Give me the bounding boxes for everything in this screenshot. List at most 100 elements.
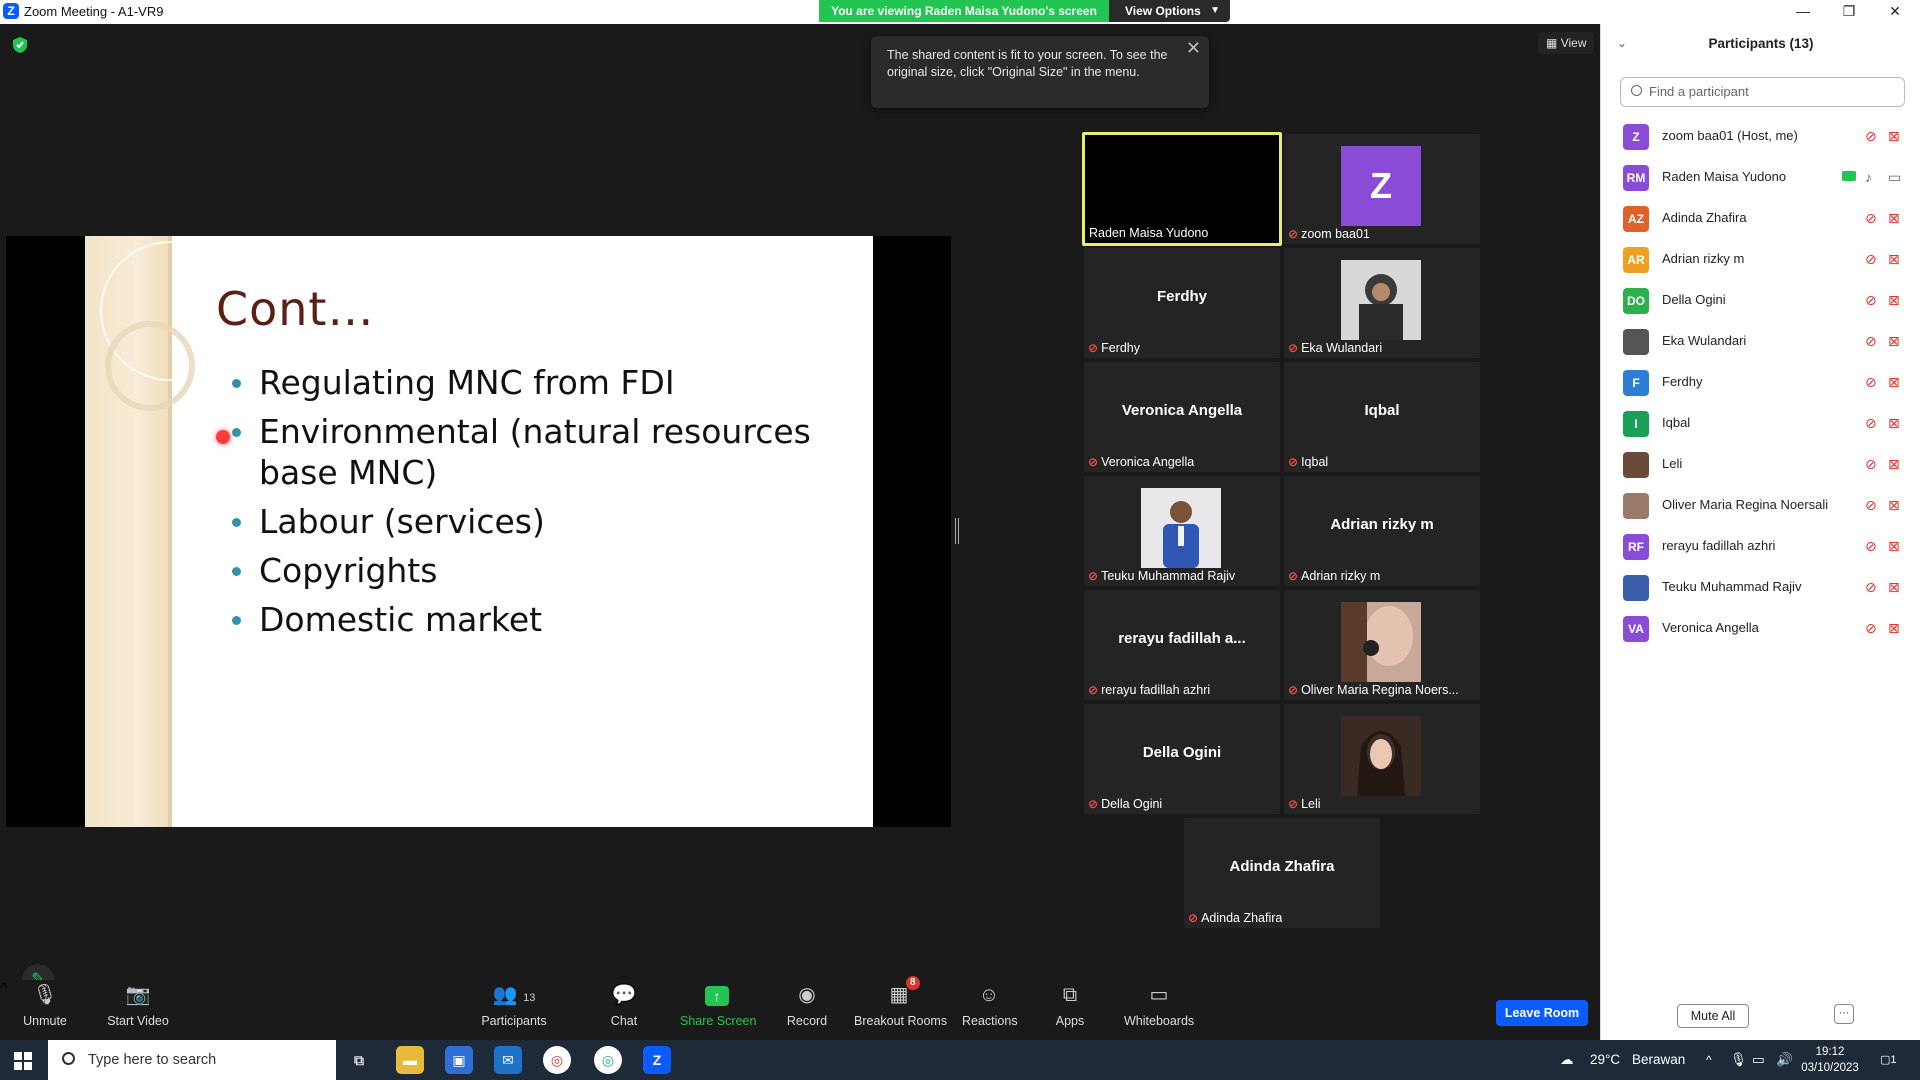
mic-muted-icon: ⊘ [1865, 128, 1877, 144]
zoom-taskbar-icon[interactable]: Z [643, 1046, 671, 1074]
video-tile[interactable]: Veronica Angella ⊘ Veronica Angella [1084, 362, 1280, 472]
mic-muted-icon: ⊘ [1865, 292, 1877, 308]
participant-row[interactable]: I Iqbal ⊘ ⊠ [1601, 403, 1920, 444]
video-tile[interactable]: ⊘ Oliver Maria Regina Noers... [1284, 590, 1480, 700]
windows-start-icon[interactable] [14, 1052, 32, 1070]
taskbar-clock[interactable]: 19:12 03/10/2023 [1800, 1044, 1860, 1076]
slide-bullet: Environmental (natural resources base MN… [226, 411, 826, 493]
participant-row[interactable]: Z zoom baa01 (Host, me) ⊘ ⊠ [1601, 116, 1920, 157]
video-off-icon: ⊠ [1888, 292, 1900, 308]
whiteboards-button[interactable]: ▭ Whiteboards [1124, 980, 1194, 1028]
slide-heading: Cont… [216, 282, 375, 336]
view-options-button[interactable]: View Options ▼ [1109, 0, 1230, 22]
breakout-rooms-label: Breakout Rooms [854, 1014, 948, 1028]
mic-muted-icon: ⊘ [1865, 251, 1877, 267]
video-tile-active-speaker[interactable]: Raden Maisa Yudono [1082, 132, 1282, 246]
record-button[interactable]: ◉ Record [784, 980, 830, 1028]
mail-icon[interactable]: ✉ [494, 1046, 522, 1074]
slide-bullet-text: Domestic market [259, 600, 543, 639]
unmute-button[interactable]: 🎙 Unmute [20, 980, 70, 1028]
video-tile[interactable]: rerayu fadillah a... ⊘ rerayu fadillah az… [1084, 590, 1280, 700]
close-window-button[interactable]: ✕ [1872, 0, 1918, 24]
video-tile[interactable]: ⊘ Teuku Muhammad Rajiv [1084, 476, 1280, 586]
leave-room-button[interactable]: Leave Room [1496, 1000, 1588, 1026]
video-tile[interactable]: ⊘ Eka Wulandari [1284, 248, 1480, 358]
mic-muted-icon: ⊘ [1288, 341, 1299, 355]
mute-all-button[interactable]: Mute All [1677, 1004, 1749, 1028]
more-options-button[interactable]: ··· [1834, 1004, 1854, 1024]
video-tile[interactable]: Ferdhy ⊘ Ferdhy [1084, 248, 1280, 358]
view-layout-button[interactable]: ▦ View [1538, 32, 1595, 54]
security-shield-icon[interactable] [12, 36, 28, 54]
chat-button[interactable]: 💬 Chat [606, 980, 642, 1028]
tile-name-text: Raden Maisa Yudono [1089, 226, 1209, 240]
mic-muted-icon: ⊘ [1865, 538, 1877, 554]
notification-count: 1 [1890, 1054, 1897, 1066]
participant-row[interactable]: Leli ⊘ ⊠ [1601, 444, 1920, 485]
restore-button[interactable]: ❐ [1826, 0, 1872, 24]
tray-chevron-up-icon[interactable]: ^ [1706, 1040, 1712, 1080]
participant-row[interactable]: RF rerayu fadillah azhri ⊘ ⊠ [1601, 526, 1920, 567]
chat-label: Chat [610, 1014, 638, 1028]
share-screen-button[interactable]: ↑ Share Screen [680, 980, 756, 1028]
taskbar-search-input[interactable]: Type here to search [48, 1040, 336, 1080]
participant-search-input[interactable]: Find a participant [1620, 77, 1905, 107]
participant-name: Adinda Zhafira [1662, 210, 1747, 225]
bullet-dot-icon [232, 616, 241, 625]
weather-icon[interactable]: ☁ [1560, 1040, 1574, 1080]
close-icon[interactable]: ✕ [1186, 39, 1201, 57]
apps-button[interactable]: ⧉ Apps [1052, 980, 1088, 1028]
store-icon[interactable]: ▣ [445, 1046, 473, 1074]
participant-name: Iqbal [1662, 415, 1691, 430]
video-tile[interactable]: Z ⊘ zoom baa01 [1284, 134, 1480, 244]
participant-row[interactable]: AR Adrian rizky m ⊘ ⊠ [1601, 239, 1920, 280]
video-tile[interactable]: ⊘ Leli [1284, 704, 1480, 814]
panel-splitter-handle[interactable] [955, 518, 959, 544]
viewing-screen-banner: You are viewing Raden Maisa Yudono's scr… [819, 0, 1109, 22]
weather-desc[interactable]: Berawan [1632, 1040, 1685, 1080]
clock-time: 19:12 [1815, 1046, 1845, 1058]
chrome-icon[interactable]: ◎ [543, 1046, 571, 1074]
tile-name-label: ⊘ rerayu fadillah azhri [1088, 683, 1210, 697]
mic-muted-icon: ⊘ [1865, 620, 1877, 636]
chrome-profile-icon[interactable]: ◎ [594, 1046, 622, 1074]
audio-options-caret-icon[interactable]: ^ [0, 980, 8, 997]
file-explorer-icon[interactable]: ▬ [396, 1046, 424, 1074]
minimize-button[interactable]: — [1780, 0, 1826, 24]
breakout-rooms-button[interactable]: ▦ 8 Breakout Rooms [854, 976, 948, 1028]
participant-row[interactable]: Oliver Maria Regina Noersali ⊘ ⊠ [1601, 485, 1920, 526]
notification-icon[interactable]: ▢1 [1880, 1040, 1897, 1080]
avatar: Z [1341, 146, 1421, 226]
participant-row[interactable]: RM Raden Maisa Yudono ♪ ▭ [1601, 157, 1920, 198]
task-view-icon[interactable]: ⧉ [345, 1046, 373, 1074]
video-off-icon: ⊠ [1888, 251, 1900, 267]
reactions-button[interactable]: ☺ Reactions [962, 980, 1018, 1028]
breakout-rooms-icon: ▦ 8 [854, 976, 944, 1010]
reactions-icon: ☺ [978, 984, 1000, 1006]
participants-footer: Mute All ··· [1601, 1004, 1920, 1040]
participant-row[interactable]: DO Della Ogini ⊘ ⊠ [1601, 280, 1920, 321]
video-tile[interactable]: Adinda Zhafira ⊘ Adinda Zhafira [1184, 818, 1380, 928]
avatar: AR [1623, 247, 1649, 273]
tray-mic-icon[interactable]: 🎙 [1730, 1040, 1747, 1080]
apps-label: Apps [1055, 1014, 1085, 1028]
volume-icon[interactable]: 🔊 [1776, 1040, 1793, 1080]
video-tile[interactable]: Adrian rizky m ⊘ Adrian rizky m [1284, 476, 1480, 586]
weather-temp[interactable]: 29°C [1590, 1040, 1620, 1080]
participant-row[interactable]: VA Veronica Angella ⊘ ⊠ [1601, 608, 1920, 649]
network-icon[interactable]: ▭ [1752, 1040, 1765, 1080]
video-off-icon: ⊠ [1888, 497, 1900, 513]
participant-name: Teuku Muhammad Rajiv [1662, 579, 1802, 594]
tile-name-text: Adrian rizky m [1301, 569, 1381, 583]
start-video-button[interactable]: 📷 Start Video [106, 980, 170, 1028]
participant-row[interactable]: F Ferdhy ⊘ ⊠ [1601, 362, 1920, 403]
tile-name-label: ⊘ Oliver Maria Regina Noers... [1288, 683, 1459, 697]
video-tile[interactable]: Iqbal ⊘ Iqbal [1284, 362, 1480, 472]
participant-row[interactable]: Eka Wulandari ⊘ ⊠ [1601, 321, 1920, 362]
participant-row[interactable]: AZ Adinda Zhafira ⊘ ⊠ [1601, 198, 1920, 239]
slide-bullet: Copyrights [226, 550, 826, 591]
video-tile[interactable]: Della Ogini ⊘ Della Ogini [1084, 704, 1280, 814]
chat-icon: 💬 [611, 984, 637, 1006]
participants-button[interactable]: 👥 13 Participants [480, 980, 548, 1028]
participant-row[interactable]: Teuku Muhammad Rajiv ⊘ ⊠ [1601, 567, 1920, 608]
